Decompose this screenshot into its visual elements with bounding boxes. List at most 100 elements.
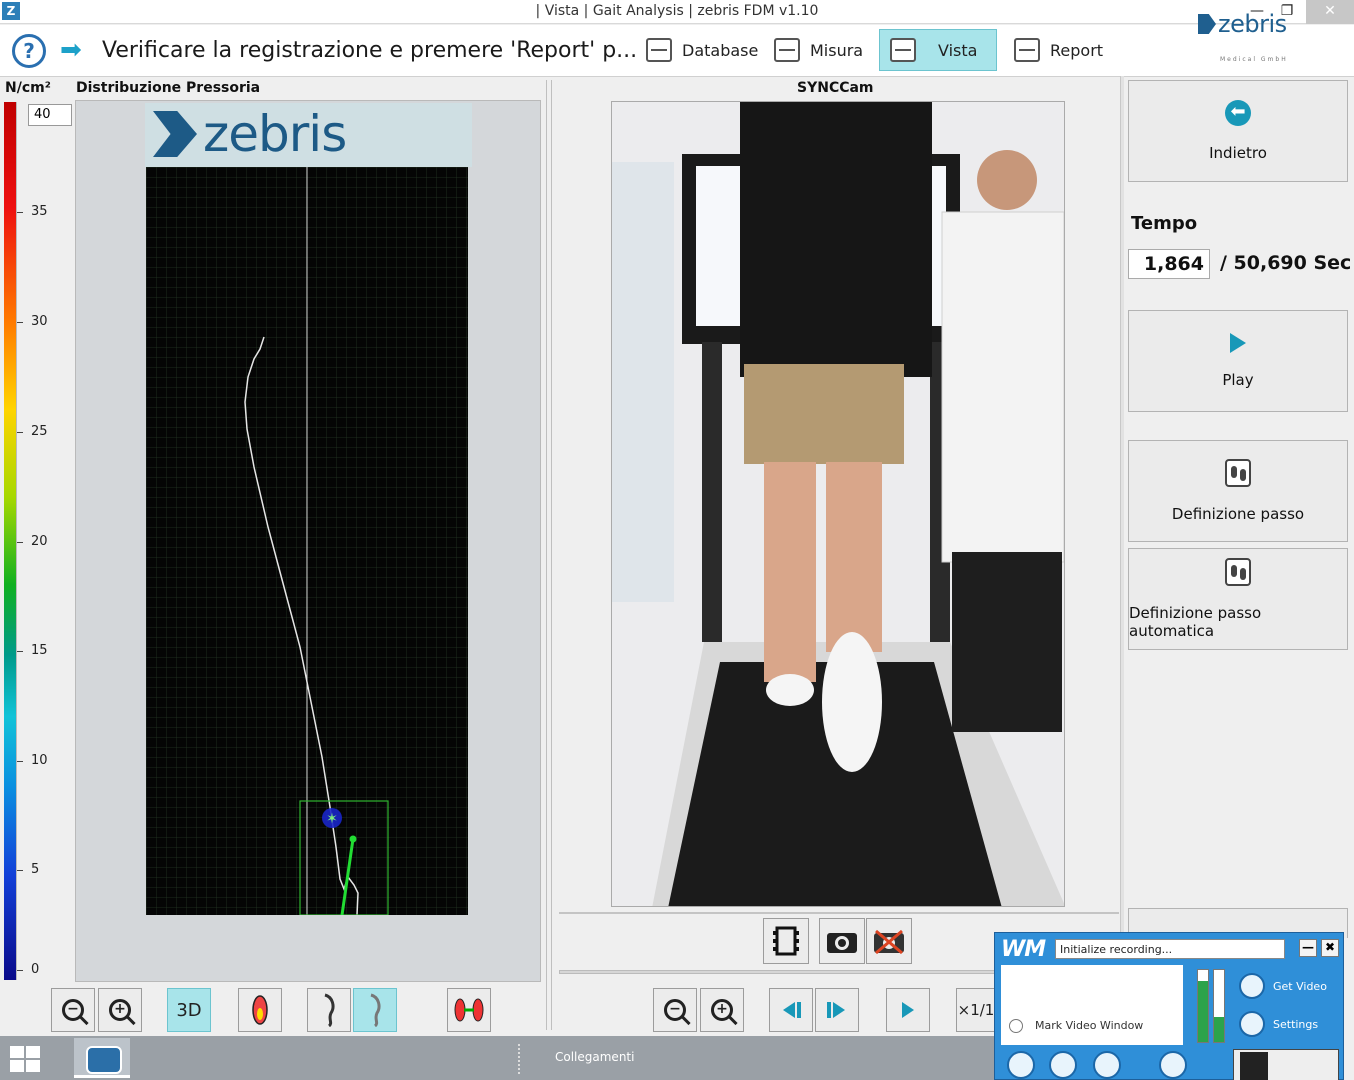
taskbar-links-label[interactable]: Collegamenti [555, 1050, 634, 1064]
foot-pressure-button[interactable] [238, 988, 282, 1032]
recorder-close-button[interactable]: ✖ [1321, 939, 1339, 957]
back-button[interactable]: ⬅ Indietro [1128, 80, 1348, 182]
arrow-right-icon: ➡ [60, 35, 82, 65]
scale-tick [17, 212, 23, 213]
zebris-logo: zebris [1198, 10, 1287, 38]
scale-tick [17, 322, 23, 323]
scale-tick [17, 432, 23, 433]
right-splitter[interactable] [1120, 76, 1124, 1036]
pressure-plate[interactable]: ✶ [146, 167, 468, 916]
step-forward-button[interactable] [815, 988, 859, 1032]
foot-outline-button[interactable] [307, 988, 351, 1032]
help-icon[interactable]: ? [12, 34, 46, 68]
pressure-panel-title: Distribuzione Pressoria [76, 80, 261, 96]
back-arrow-icon: ⬅ [1225, 100, 1251, 126]
cop-marker-star-icon: ✶ [326, 811, 338, 827]
report-icon [1014, 38, 1040, 62]
open-folder-button[interactable] [1093, 1051, 1121, 1079]
close-button[interactable]: ✕ [1306, 0, 1354, 24]
brand-subtitle: Medical GmbH [1220, 56, 1288, 63]
windows-start-icon[interactable] [10, 1046, 40, 1072]
main-toolbar: ? ➡ Verificare la registrazione e premer… [0, 25, 1354, 77]
misura-button[interactable]: Misura [764, 29, 873, 71]
recorder-window: WM Initialize recording... — ✖ Mark Vide… [994, 932, 1344, 1080]
view-3d-button[interactable]: 3D [167, 988, 211, 1032]
unit-label: N/cm² [5, 80, 51, 96]
recorder-settings-button[interactable]: Settings [1239, 1009, 1339, 1039]
max-pressure-input[interactable]: 40 [28, 104, 72, 126]
zebris-banner: zebris [145, 103, 472, 167]
stop-record-button[interactable] [1007, 1051, 1035, 1079]
assistant-coat [941, 211, 1064, 563]
scale-label-20: 20 [31, 534, 48, 549]
speed-button[interactable]: ×1/1 [956, 988, 996, 1032]
database-icon [646, 38, 672, 62]
speed-label: ×1/1 [957, 1001, 995, 1019]
mark-window-radio[interactable] [1009, 1019, 1023, 1033]
audio-level-right-fill [1214, 1016, 1224, 1042]
get-video-icon [1239, 973, 1265, 999]
measure-icon [774, 38, 800, 62]
play-triangle-icon [1230, 333, 1246, 353]
walker-shorts [744, 364, 904, 464]
report-button[interactable]: Report [1004, 29, 1113, 71]
zoom-in-icon: + [109, 999, 131, 1021]
walker-shirt [740, 102, 932, 377]
scale-tick [17, 542, 23, 543]
camera-video-frame[interactable] [611, 101, 1065, 907]
pressure-colorbar [4, 102, 16, 980]
play-button[interactable]: Play [1128, 310, 1348, 412]
window-title: | Vista | Gait Analysis | zebris FDM v1.… [535, 3, 819, 19]
film-button[interactable] [763, 918, 809, 964]
gait-line [340, 838, 355, 916]
cop-trace [244, 336, 359, 916]
audio-level-left [1197, 969, 1209, 1043]
zoom-out-button[interactable]: − [51, 988, 95, 1032]
taskbar-app-icon[interactable] [74, 1038, 130, 1078]
swap-feet-button[interactable] [447, 988, 491, 1032]
scale-label-15: 15 [31, 643, 48, 658]
poster [612, 162, 674, 602]
audio-level-right [1213, 969, 1225, 1043]
camera-off-button[interactable] [866, 918, 912, 964]
get-video-label: Get Video [1273, 979, 1327, 993]
pause-record-button[interactable] [1049, 1051, 1077, 1079]
mark-window-label: Mark Video Window [1035, 1019, 1144, 1032]
tempo-label: Tempo [1131, 213, 1198, 234]
time-current[interactable]: 1,864 [1128, 249, 1210, 279]
video-play-button[interactable] [886, 988, 930, 1032]
auto-step-definition-button[interactable]: Definizione passo automatica [1128, 548, 1348, 650]
video-zoom-in-icon: + [711, 999, 733, 1021]
title-bar: Z | Vista | Gait Analysis | zebris FDM v… [0, 0, 1354, 24]
walker-leg-left [764, 462, 816, 682]
time-total: / 50,690 Sec [1220, 252, 1352, 274]
recorder-minimize-button[interactable]: — [1299, 939, 1317, 957]
video-zoom-out-button[interactable]: − [653, 988, 697, 1032]
step-back-button[interactable] [769, 988, 813, 1032]
step-definition-label: Definizione passo [1171, 505, 1305, 523]
zebris-banner-mark-icon [153, 111, 197, 157]
step-definition-button[interactable]: Definizione passo [1128, 440, 1348, 542]
get-video-button[interactable]: Get Video [1239, 971, 1339, 1001]
film-icon [773, 926, 799, 956]
zoom-in-button[interactable]: + [98, 988, 142, 1032]
footsteps-auto-icon [1225, 558, 1251, 586]
video-zoom-in-button[interactable]: + [700, 988, 744, 1032]
scale-label-5: 5 [31, 862, 40, 877]
database-label: Database [682, 40, 759, 60]
gait-line-button[interactable] [353, 988, 397, 1032]
vista-label: Vista [938, 40, 978, 60]
gait-line-dot [349, 835, 357, 843]
step-forward-icon [827, 1002, 845, 1018]
screenshot-button[interactable] [1159, 1051, 1187, 1079]
recorder-thumbnail [1233, 1049, 1339, 1080]
left-splitter[interactable] [546, 80, 552, 1030]
snapshot-button[interactable] [819, 918, 865, 964]
vista-button[interactable]: Vista [879, 29, 997, 71]
taskbar-grip[interactable] [518, 1044, 526, 1074]
cop-trace-svg: ✶ [244, 167, 389, 916]
database-button[interactable]: Database [636, 29, 768, 71]
scale-tick [17, 870, 23, 871]
recorder-status: Initialize recording... [1055, 939, 1285, 959]
scale-label-0: 0 [31, 962, 40, 977]
